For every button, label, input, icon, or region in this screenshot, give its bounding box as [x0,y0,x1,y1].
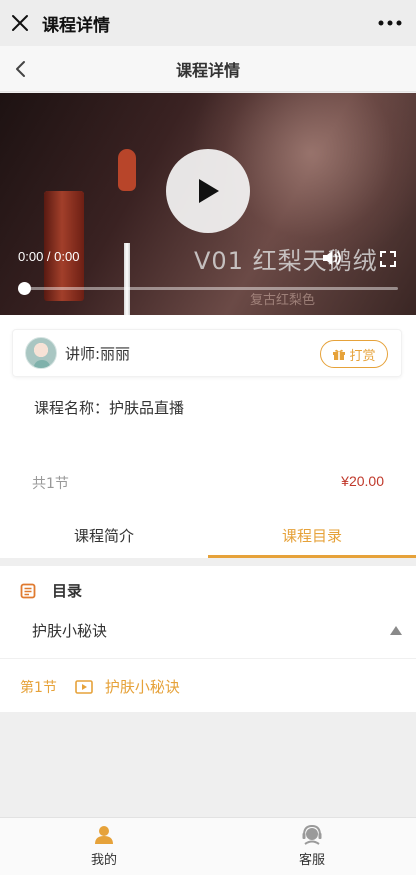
page-title: 课程详情 [175,60,240,80]
course-name: 课程名称：护肤品直播 [34,399,185,417]
gift-icon [333,349,346,360]
divider [0,658,416,659]
course-info-card: 讲师:丽丽 打赏 课程名称：护肤品直播 共1节 ¥20.00 [0,315,416,512]
video-player[interactable]: V01 红梨天鹅绒 复古红梨色 0:00 / 0:00 [0,93,416,315]
time-display: 0:00 / 0:00 [18,249,80,264]
progress-knob[interactable] [18,282,31,295]
reward-button[interactable]: 打赏 [320,340,388,368]
volume-button[interactable] [322,249,344,267]
more-button[interactable] [376,12,404,34]
document-icon [20,583,36,598]
collapse-arrow-icon[interactable] [390,626,402,635]
nav-item-mine[interactable]: 我的 [0,818,208,875]
avatar [25,337,57,369]
play-icon [199,179,219,203]
lesson-name: 护肤小秘诀 [104,678,180,696]
video-lesson-icon [75,679,93,694]
back-button[interactable] [8,57,32,81]
product-bottle [44,191,84,301]
more-icon [378,20,402,26]
fullscreen-icon [380,251,396,267]
chapter-title[interactable]: 护肤小秘诀 [32,620,107,641]
applicator-wand [124,243,130,315]
lesson-item[interactable]: 第1节 护肤小秘诀 [20,676,180,697]
chevron-left-icon [16,61,25,77]
applicator-tip [118,149,136,191]
course-price: ¥20.00 [341,473,384,489]
play-button[interactable] [166,149,250,233]
tab-catalog[interactable]: 课程目录 [208,512,416,558]
progress-track[interactable] [24,287,398,290]
fullscreen-button[interactable] [380,251,396,267]
tab-bar: 课程简介 课程目录 [0,512,416,558]
wechat-title: 课程详情 [42,15,110,36]
bottom-nav: 我的 客服 [0,817,416,875]
lesson-number: 第1节 [20,679,57,696]
video-overlay-subtitle: 复古红梨色 [250,293,316,308]
lesson-count: 共1节 [32,476,69,492]
close-icon [12,15,28,31]
nav-label-service: 客服 [298,853,325,868]
reward-label: 打赏 [349,348,376,364]
close-button[interactable] [0,0,40,46]
teacher-row: 讲师:丽丽 打赏 [12,329,402,377]
tab-intro[interactable]: 课程简介 [0,512,208,558]
volume-icon [323,250,341,266]
user-icon [95,826,113,844]
wechat-top-bar: 课程详情 [0,0,416,46]
teacher-name: 讲师:丽丽 [65,344,131,363]
page-header: 课程详情 [0,46,416,92]
video-overlay-title: V01 红梨天鹅绒 [194,247,378,275]
customer-service-icon [302,825,322,845]
catalog-section: 目录 护肤小秘诀 第1节 护肤小秘诀 [0,566,416,712]
catalog-header: 目录 [20,580,82,601]
nav-label-mine: 我的 [90,853,117,868]
catalog-title: 目录 [52,582,83,600]
nav-item-service[interactable]: 客服 [208,818,416,875]
